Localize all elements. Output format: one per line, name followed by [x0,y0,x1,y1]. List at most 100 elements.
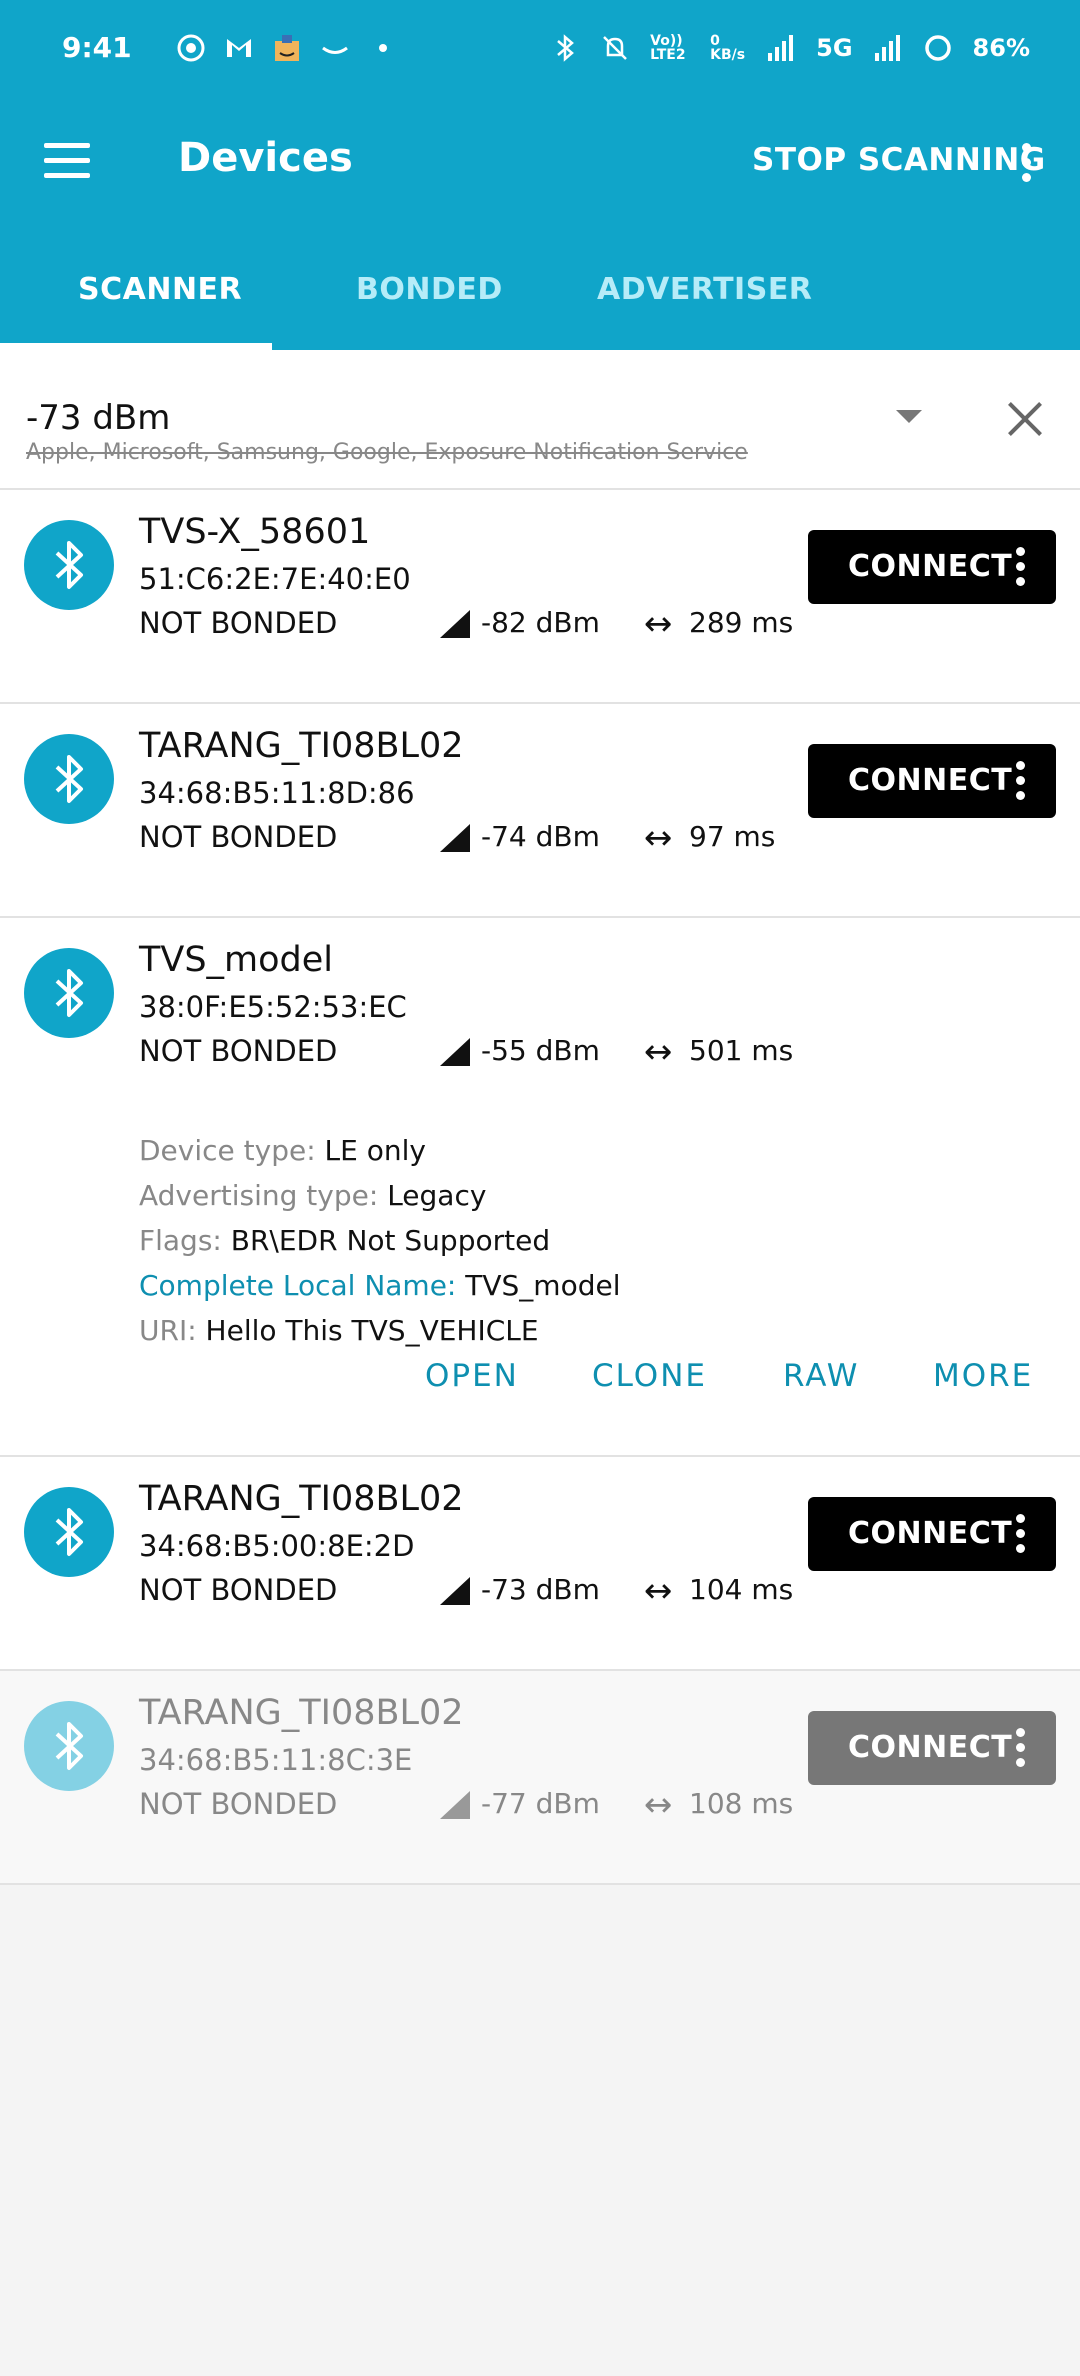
open-button[interactable]: OPEN [425,1358,519,1394]
amazon-icon [274,34,299,61]
tab-indicator [0,343,272,350]
interval-arrows-icon: ↔ [644,1571,673,1611]
status-time: 9:41 [62,31,132,64]
detail-value: TVS_model [465,1269,621,1302]
device-name: TARANG_TI08BL02 [139,726,464,766]
app-bar: 9:41 Vo)) LTE2 0 KB/s 5G 86% Devices STO… [0,0,1080,350]
bluetooth-icon [24,734,114,824]
device-rssi: -77 dBm [481,1787,600,1820]
network-speed: 0 KB/s [710,32,746,63]
whatsapp-icon [177,34,205,61]
detail-flags: Flags: BR\EDR Not Supported [139,1218,620,1263]
signal-strength-icon [440,1577,470,1605]
device-mac: 38:0F:E5:52:53:EC [139,990,407,1024]
device-interval: 104 ms [689,1573,794,1606]
signal-strength-icon [440,824,470,852]
device-mac: 34:68:B5:00:8E:2D [139,1529,415,1563]
tab-bar: SCANNER BONDED ADVERTISER [0,230,1080,350]
detail-value: LE only [324,1134,426,1167]
device-rssi: -73 dBm [481,1573,600,1606]
menu-icon[interactable] [44,143,92,179]
device-actions: OPEN CLONE RAW MORE [0,1358,1080,1418]
device-name: TARANG_TI08BL02 [139,1479,464,1519]
device-interval: 501 ms [689,1034,794,1067]
connect-button[interactable]: CONNECT [808,744,1056,818]
signal-icon-2 [874,34,900,61]
bond-state: NOT BONDED [139,1573,338,1607]
connect-label: CONNECT [848,549,1013,584]
signal-strength-icon [440,1038,470,1066]
interval-arrows-icon: ↔ [644,818,673,858]
raw-button[interactable]: RAW [783,1358,859,1394]
detail-label: Flags: [139,1224,222,1257]
tab-advertiser[interactable]: ADVERTISER [597,272,812,307]
bluetooth-icon [24,520,114,610]
bluetooth-icon [557,33,575,62]
network-type: 5G [816,33,853,62]
interval-arrows-icon: ↔ [644,604,673,644]
detail-advertising-type: Advertising type: Legacy [139,1173,620,1218]
interval-arrows-icon: ↔ [644,1032,673,1072]
bond-state: NOT BONDED [139,606,338,640]
connect-more-icon[interactable] [1008,543,1032,591]
detail-label: URI: [139,1314,197,1347]
more-button[interactable]: MORE [933,1358,1033,1394]
bluetooth-icon [24,1487,114,1577]
signal-strength-icon [440,610,470,638]
filter-bar[interactable]: -73 dBm Apple, Microsoft, Samsung, Googl… [0,350,1080,490]
amazon-smile-icon [321,46,348,54]
close-icon[interactable] [1006,400,1044,438]
connect-label: CONNECT [848,1730,1013,1765]
signal-icon [768,34,794,61]
gmail-icon [226,38,251,57]
overflow-menu-icon[interactable] [1014,139,1038,187]
detail-local-name: Complete Local Name: TVS_model [139,1263,620,1308]
device-item[interactable]: TVS-X_58601 51:C6:2E:7E:40:E0 NOT BONDED… [0,490,1080,704]
connect-more-icon[interactable] [1008,757,1032,805]
device-name: TVS-X_58601 [139,512,371,552]
device-interval: 108 ms [689,1787,794,1820]
connect-label: CONNECT [848,1516,1013,1551]
clone-button[interactable]: CLONE [592,1358,707,1394]
device-item[interactable]: TARANG_TI08BL02 34:68:B5:11:8D:86 NOT BO… [0,704,1080,918]
detail-label: Advertising type: [139,1179,379,1212]
device-item[interactable]: TARANG_TI08BL02 34:68:B5:11:8C:3E NOT BO… [0,1671,1080,1885]
tab-scanner[interactable]: SCANNER [78,272,242,307]
connect-button[interactable]: CONNECT [808,1497,1056,1571]
detail-value: BR\EDR Not Supported [230,1224,551,1257]
dot-icon [378,43,387,52]
device-item[interactable]: TARANG_TI08BL02 34:68:B5:00:8E:2D NOT BO… [0,1457,1080,1671]
connect-more-icon[interactable] [1008,1510,1032,1558]
bond-state: NOT BONDED [139,1787,338,1821]
bluetooth-icon [24,948,114,1038]
dropdown-arrow-icon[interactable] [896,410,922,423]
volte-indicator: Vo)) LTE2 [650,32,686,63]
battery-icon [924,34,951,61]
battery-percent: 86% [972,33,1030,62]
connect-more-icon[interactable] [1008,1724,1032,1772]
detail-value: Hello This TVS_VEHICLE [205,1314,539,1347]
filter-rssi: -73 dBm [26,398,171,438]
toolbar: Devices STOP SCANNING [0,95,1080,230]
signal-strength-icon [440,1791,470,1819]
detail-label: Device type: [139,1134,316,1167]
bond-state: NOT BONDED [139,820,338,854]
connect-button[interactable]: CONNECT [808,530,1056,604]
device-mac: 51:C6:2E:7E:40:E0 [139,562,411,596]
tab-bonded[interactable]: BONDED [356,272,503,307]
device-item-expanded[interactable]: TVS_model 38:0F:E5:52:53:EC NOT BONDED -… [0,918,1080,1457]
detail-device-type: Device type: LE only [139,1128,620,1173]
detail-label: Complete Local Name: [139,1269,457,1302]
stop-scanning-button[interactable]: STOP SCANNING [752,142,1046,178]
bond-state: NOT BONDED [139,1034,338,1068]
device-mac: 34:68:B5:11:8C:3E [139,1743,413,1777]
mute-icon [603,35,628,60]
interval-arrows-icon: ↔ [644,1785,673,1825]
device-rssi: -82 dBm [481,606,600,639]
status-bar: 9:41 Vo)) LTE2 0 KB/s 5G 86% [0,0,1080,95]
detail-value: Legacy [387,1179,487,1212]
connect-button[interactable]: CONNECT [808,1711,1056,1785]
device-mac: 34:68:B5:11:8D:86 [139,776,415,810]
bluetooth-icon [24,1701,114,1791]
device-interval: 97 ms [689,820,776,853]
